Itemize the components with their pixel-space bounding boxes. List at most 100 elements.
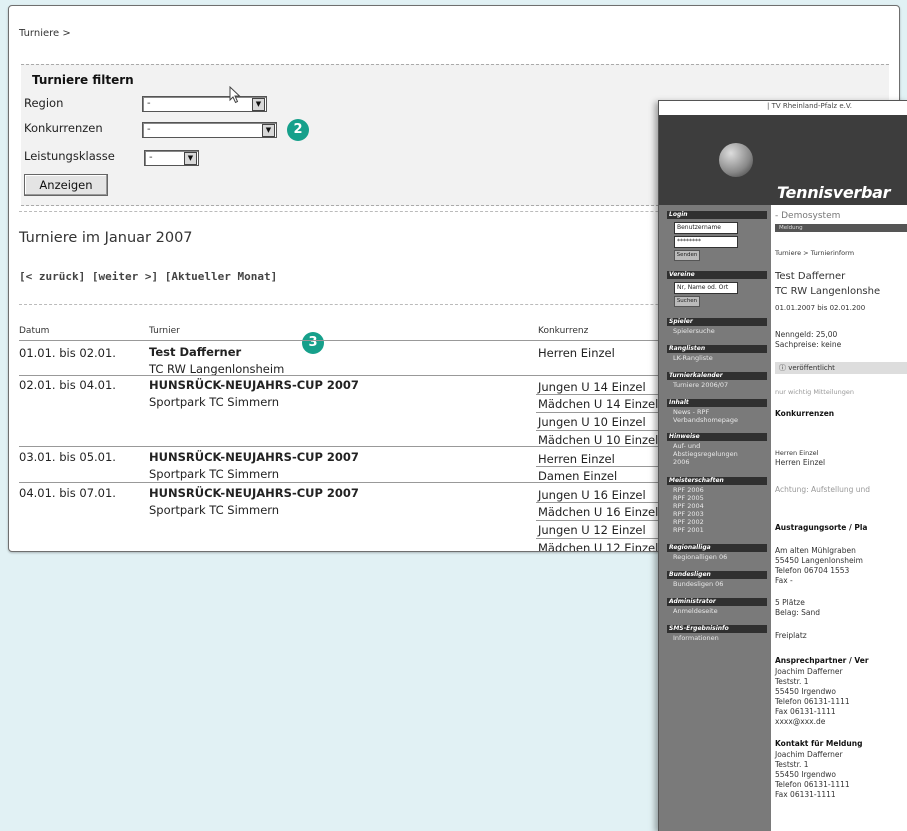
row-venue: TC RW Langenlonsheim <box>149 362 285 376</box>
month-title: Turniere im Januar 2007 <box>19 230 193 246</box>
ansprechpartner-title: Ansprechpartner / Ver <box>775 656 869 665</box>
col-header-turnier: Turnier <box>149 326 180 336</box>
sidebar-header-inhalt: Inhalt <box>667 399 767 407</box>
kontakt-title: Kontakt für Meldung <box>775 739 863 748</box>
konkurrenzen-select[interactable]: - ▼ <box>142 122 277 138</box>
row-konkurrenz[interactable]: Jungen U 10 Einzel <box>538 415 646 429</box>
detail-club: TC RW Langenlonshe <box>775 286 881 297</box>
row-tournament-link[interactable]: HUNSRÜCK-NEUJAHRS-CUP 2007 <box>149 486 359 500</box>
address-line: 55450 Langenlonsheim <box>775 556 863 565</box>
tab-meldung[interactable]: Meldung <box>779 224 803 232</box>
tennis-ball-logo-icon <box>719 143 753 177</box>
chevron-down-icon: ▼ <box>252 98 265 111</box>
konkurrenz-link[interactable]: Herren Einzel <box>775 458 825 467</box>
suchen-button[interactable]: Suchen <box>674 296 700 307</box>
brand-title: Tennisverbar <box>777 183 891 202</box>
row-konkurrenz[interactable]: Jungen U 16 Einzel <box>538 488 646 502</box>
sidebar-link-turniere[interactable]: Turniere 2006/07 <box>673 381 728 390</box>
senden-button[interactable]: Senden <box>674 250 700 261</box>
row-konkurrenz[interactable]: Mädchen U 12 Einzel <box>538 541 658 551</box>
region-label: Region <box>24 96 64 110</box>
verein-search-input[interactable]: Nr, Name od. Ort <box>674 282 738 294</box>
row-konkurrenz[interactable]: Jungen U 12 Einzel <box>538 523 646 537</box>
row-date: 01.01. bis 02.01. <box>19 346 116 360</box>
detail-breadcrumb[interactable]: Turniere > Turnierinform <box>775 249 854 257</box>
sidebar-header-spieler: Spieler <box>667 318 767 326</box>
achtung-note: Achtung: Aufstellung und <box>775 485 871 494</box>
anzeigen-button[interactable]: Anzeigen <box>24 174 108 196</box>
contact-line: Teststr. 1 <box>775 760 809 769</box>
detail-dates: 01.01.2007 bis 02.01.200 <box>775 304 866 312</box>
sidebar-link-lk-rangliste[interactable]: LK-Rangliste <box>673 354 713 363</box>
tournament-detail-window: | TV Rheinland-Pfalz e.V. Tennisverbar L… <box>658 100 907 831</box>
tab-bar: Meldung <box>775 224 907 232</box>
sidebar-link-bundesligen06[interactable]: Bundesligen 06 <box>673 580 723 589</box>
sidebar-header-hinweise: Hinweise <box>667 433 767 441</box>
filter-title: Turniere filtern <box>32 73 134 87</box>
row-konkurrenz[interactable]: Damen Einzel <box>538 469 617 483</box>
month-navigation[interactable]: [< zurück] [weiter >] [Aktueller Monat] <box>19 270 277 283</box>
col-header-datum: Datum <box>19 326 50 336</box>
notes-link[interactable]: nur wichtig Mitteilungen <box>775 388 854 396</box>
leistungsklasse-label: Leistungsklasse <box>24 149 115 163</box>
contact-line: Joachim Dafferner <box>775 667 843 676</box>
konkurrenzen-label: Konkurrenzen <box>24 121 103 135</box>
detail-fee: Nenngeld: 25,00 <box>775 330 838 339</box>
sidebar-link-rpf[interactable]: RPF 2001 <box>673 526 704 535</box>
belag-text: Belag: Sand <box>775 608 820 617</box>
breadcrumb[interactable]: Turniere > <box>19 28 71 39</box>
region-select[interactable]: - ▼ <box>142 96 267 112</box>
password-input[interactable]: ******** <box>674 236 738 248</box>
row-tournament-link[interactable]: HUNSRÜCK-NEUJAHRS-CUP 2007 <box>149 378 359 392</box>
row-date: 04.01. bis 07.01. <box>19 486 116 500</box>
contact-line: Telefon 06131-1111 <box>775 780 850 789</box>
row-konkurrenz[interactable]: Mädchen U 16 Einzel <box>538 505 658 519</box>
row-konkurrenz[interactable]: Mädchen U 10 Einzel <box>538 433 658 447</box>
callout-badge-2: 2 <box>287 119 309 141</box>
address-line: Fax - <box>775 576 793 585</box>
austragungsorte-title: Austragungsorte / Pla <box>775 523 868 532</box>
freiplatz-text: Freiplatz <box>775 631 807 640</box>
detail-prizes: Sachpreise: keine <box>775 340 842 349</box>
sidebar-link-regionalligen[interactable]: Regionalligen 06 <box>673 553 727 562</box>
leistungsklasse-select[interactable]: - ▼ <box>144 150 199 166</box>
row-konkurrenz[interactable]: Jungen U 14 Einzel <box>538 380 646 394</box>
published-label: veröffentlicht <box>788 364 835 372</box>
header-banner: Tennisverbar <box>659 115 907 205</box>
contact-line: Fax 06131-1111 <box>775 707 836 716</box>
row-konkurrenz[interactable]: Herren Einzel <box>538 452 615 466</box>
row-konkurrenz[interactable]: Herren Einzel <box>538 346 615 360</box>
top-strip: | TV Rheinland-Pfalz e.V. <box>659 101 907 116</box>
sidebar-link-anmeldeseite[interactable]: Anmeldeseite <box>673 607 718 616</box>
konkurrenzen-title: Konkurrenzen <box>775 409 835 418</box>
demosystem-label: - Demosystem <box>775 211 841 221</box>
row-tournament-link[interactable]: Test Dafferner <box>149 345 241 359</box>
detail-title: Test Dafferner <box>775 271 846 282</box>
row-tournament-link[interactable]: HUNSRÜCK-NEUJAHRS-CUP 2007 <box>149 450 359 464</box>
sidebar-link-informationen[interactable]: Informationen <box>673 634 719 643</box>
sidebar-header-regionalliga: Regionalliga <box>667 544 767 552</box>
row-venue: Sportpark TC Simmern <box>149 503 280 517</box>
row-venue: Sportpark TC Simmern <box>149 395 280 409</box>
address-line: Telefon 06704 1553 <box>775 566 850 575</box>
sidebar-header-meisterschaften: Meisterschaften <box>667 477 767 485</box>
region-select-value: - <box>147 98 151 109</box>
konkurrenz-header: Herren Einzel <box>775 449 819 457</box>
sidebar-link-spielersuche[interactable]: Spielersuche <box>673 327 715 336</box>
konkurrenzen-select-value: - <box>147 124 151 135</box>
sidebar-header-ranglisten: Ranglisten <box>667 345 767 353</box>
address-line: Am alten Mühlgraben <box>775 546 856 555</box>
sidebar-link-2006[interactable]: 2006 <box>673 458 690 467</box>
sidebar: Login Benutzername ******** Senden Verei… <box>659 205 771 831</box>
chevron-down-icon: ▼ <box>184 152 197 165</box>
username-input[interactable]: Benutzername <box>674 222 738 234</box>
contact-line: Joachim Dafferner <box>775 750 843 759</box>
sidebar-header-administrator: Administrator <box>667 598 767 606</box>
callout-badge-3: 3 <box>302 332 324 354</box>
chevron-down-icon: ▼ <box>262 124 275 137</box>
row-date: 03.01. bis 05.01. <box>19 450 116 464</box>
sidebar-header-login: Login <box>667 211 767 219</box>
sidebar-link-verbandshomepage[interactable]: Verbandshomepage <box>673 416 738 425</box>
row-konkurrenz[interactable]: Mädchen U 14 Einzel <box>538 397 658 411</box>
email-link[interactable]: xxxx@xxx.de <box>775 717 825 726</box>
